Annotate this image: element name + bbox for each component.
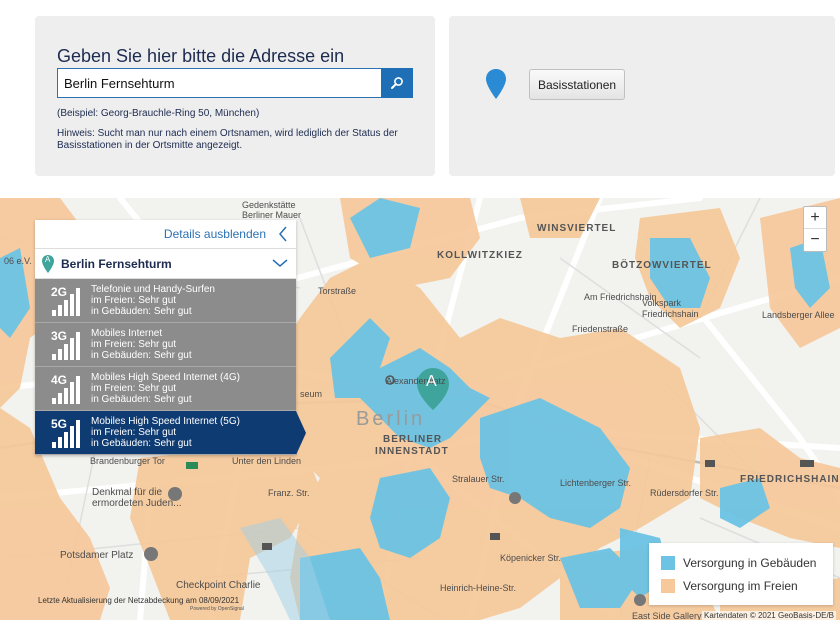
map-label-berliner-mauer: Berliner Mauer: [242, 210, 302, 220]
map-label-torstrasse: Torstraße: [318, 286, 357, 296]
network-text-4g: Mobiles High Speed Internet (4G) im Frei…: [91, 372, 240, 405]
map-label-landsberger-allee: Landsberger Allee: [762, 310, 835, 320]
location-pin-icon: [486, 69, 506, 99]
zoom-in-button[interactable]: +: [804, 207, 826, 229]
search-button[interactable]: [381, 68, 413, 98]
map-label-franz-str: Franz. Str.: [268, 488, 310, 498]
map-label-friedenstrasse: Friedenstraße: [572, 324, 629, 334]
network-indoor: in Gebäuden: Sehr gut: [91, 394, 192, 405]
network-text-3g: Mobiles Internet im Freien: Sehr gut in …: [91, 328, 192, 361]
location-name: Berlin Fernsehturm: [61, 256, 172, 271]
network-indoor: in Gebäuden: Sehr gut: [91, 438, 192, 449]
signal-bars-icon: [52, 331, 80, 360]
search-hint: Hinweis: Sucht man nur nach einem Ortsna…: [57, 128, 398, 151]
network-row-2g[interactable]: 2G Telefonie und Handy-Surfen im Freien:…: [35, 279, 296, 323]
network-badge-5g: 5G: [35, 411, 91, 455]
signal-bars-icon: [52, 287, 80, 316]
map-label-friedrichshain-park: Friedrichshain: [642, 309, 699, 319]
map-label-stralauer-str: Stralauer Str.: [452, 474, 505, 484]
chevron-down-icon[interactable]: [272, 258, 288, 268]
map-label-gedenkstaette: Gedenkstätte: [242, 200, 296, 210]
address-search-input[interactable]: [57, 68, 383, 98]
map-label-berlin: Berlin: [356, 408, 426, 430]
map-label-ruedersdorfer-str: Rüdersdorfer Str.: [650, 488, 719, 498]
last-update-note: Letzte Aktualisierung der Netzabdeckung …: [38, 596, 240, 605]
map-label-unter-den-linden: Unter den Linden: [232, 456, 302, 466]
network-title: Mobiles Internet: [91, 328, 163, 339]
chevron-left-icon[interactable]: [278, 226, 288, 242]
network-outdoor: im Freien: Sehr gut: [91, 427, 177, 438]
map-label-museum: seum: [300, 389, 323, 399]
map-label-ev: 06 e.V.: [4, 256, 32, 266]
zoom-out-button[interactable]: −: [804, 229, 826, 251]
hide-details-link[interactable]: Details ausblenden: [164, 227, 266, 241]
network-indoor: in Gebäuden: Sehr gut: [91, 350, 192, 361]
network-badge-2g: 2G: [35, 279, 91, 323]
map-label-am-friedrichshain: Am Friedrichshain: [584, 292, 657, 302]
network-badge-4g: 4G: [35, 367, 91, 411]
search-bar: [57, 68, 413, 98]
map-label-heinrich-heine-str: Heinrich-Heine-Str.: [440, 583, 517, 593]
legend-item-outdoor: Versorgung im Freien: [661, 574, 833, 597]
network-outdoor: im Freien: Sehr gut: [91, 295, 177, 306]
base-stations-button[interactable]: Basisstationen: [529, 69, 626, 100]
network-title: Mobiles High Speed Internet (4G): [91, 372, 240, 383]
map-label-ermordeten-juden: ermordeten Juden...: [92, 498, 182, 509]
network-row-3g[interactable]: 3G Mobiles Internet im Freien: Sehr gut …: [35, 323, 296, 367]
map-marker-letter[interactable]: A: [426, 373, 437, 391]
network-title: Mobiles High Speed Internet (5G): [91, 416, 240, 427]
details-panel: Details ausblenden A Berlin Fernsehturm …: [35, 220, 306, 455]
location-marker-letter: A: [45, 255, 51, 264]
active-row-arrow: [296, 411, 306, 455]
signal-bars-icon: [52, 419, 80, 448]
map-label-brandenburger-tor: Brandenburger Tor: [90, 456, 165, 466]
map-label-boetzowviertel: BÖTZOWVIERTEL: [612, 260, 712, 271]
map-label-east-side-gallery: East Side Gallery: [632, 611, 702, 620]
details-header: Details ausblenden: [35, 220, 296, 249]
map-label-lichtenberger-str: Lichtenberger Str.: [560, 478, 632, 488]
powered-by-note: Powered by OpenSignal: [190, 606, 244, 612]
search-title: Geben Sie hier bitte die Adresse ein: [57, 46, 345, 66]
legend-swatch-indoor: [661, 555, 675, 570]
map-label-koepenicker-str: Köpenicker Str.: [500, 553, 562, 563]
station-panel: Basisstationen: [449, 16, 835, 176]
map-label-friedrichshain: FRIEDRICHSHAIN: [740, 474, 840, 485]
legend-label-indoor: Versorgung in Gebäuden: [683, 555, 817, 570]
map-label-checkpoint-charlie: Checkpoint Charlie: [176, 580, 261, 591]
map-label-berliner: BERLINER: [383, 434, 443, 445]
network-row-5g[interactable]: 5G Mobiles High Speed Internet (5G) im F…: [35, 411, 306, 455]
map-label-innenstadt: INNENSTADT: [375, 446, 449, 457]
legend-label-outdoor: Versorgung im Freien: [683, 578, 798, 593]
network-title: Telefonie und Handy-Surfen: [91, 284, 215, 295]
zoom-controls: + −: [803, 206, 827, 252]
network-row-4g[interactable]: 4G Mobiles High Speed Internet (4G) im F…: [35, 367, 296, 411]
map-attribution[interactable]: Kartendaten © 2021 GeoBasis-DE/B: [702, 611, 836, 620]
map-legend: Versorgung in Gebäuden Versorgung im Fre…: [649, 543, 833, 605]
map-label-denkmal: Denkmal für die: [92, 487, 163, 498]
location-row[interactable]: A Berlin Fernsehturm: [35, 249, 296, 279]
network-outdoor: im Freien: Sehr gut: [91, 339, 177, 350]
signal-bars-icon: [52, 375, 80, 404]
network-text-5g: Mobiles High Speed Internet (5G) im Frei…: [91, 416, 240, 449]
legend-swatch-outdoor: [661, 578, 675, 593]
address-search-panel: Geben Sie hier bitte die Adresse ein (Be…: [35, 16, 435, 176]
network-indoor: in Gebäuden: Sehr gut: [91, 306, 192, 317]
map-label-potsdamer-platz: Potsdamer Platz: [60, 550, 134, 561]
search-example: (Beispiel: Georg-Brauchle-Ring 50, Münch…: [57, 108, 260, 119]
network-badge-3g: 3G: [35, 323, 91, 367]
search-icon: [391, 77, 403, 89]
map-label-kollwitzkiez: KOLLWITZKIEZ: [437, 250, 523, 261]
legend-item-indoor: Versorgung in Gebäuden: [661, 551, 833, 574]
map-label-winsviertel: WINSVIERTEL: [537, 223, 617, 234]
network-outdoor: im Freien: Sehr gut: [91, 383, 177, 394]
network-text-2g: Telefonie und Handy-Surfen im Freien: Se…: [91, 284, 215, 317]
